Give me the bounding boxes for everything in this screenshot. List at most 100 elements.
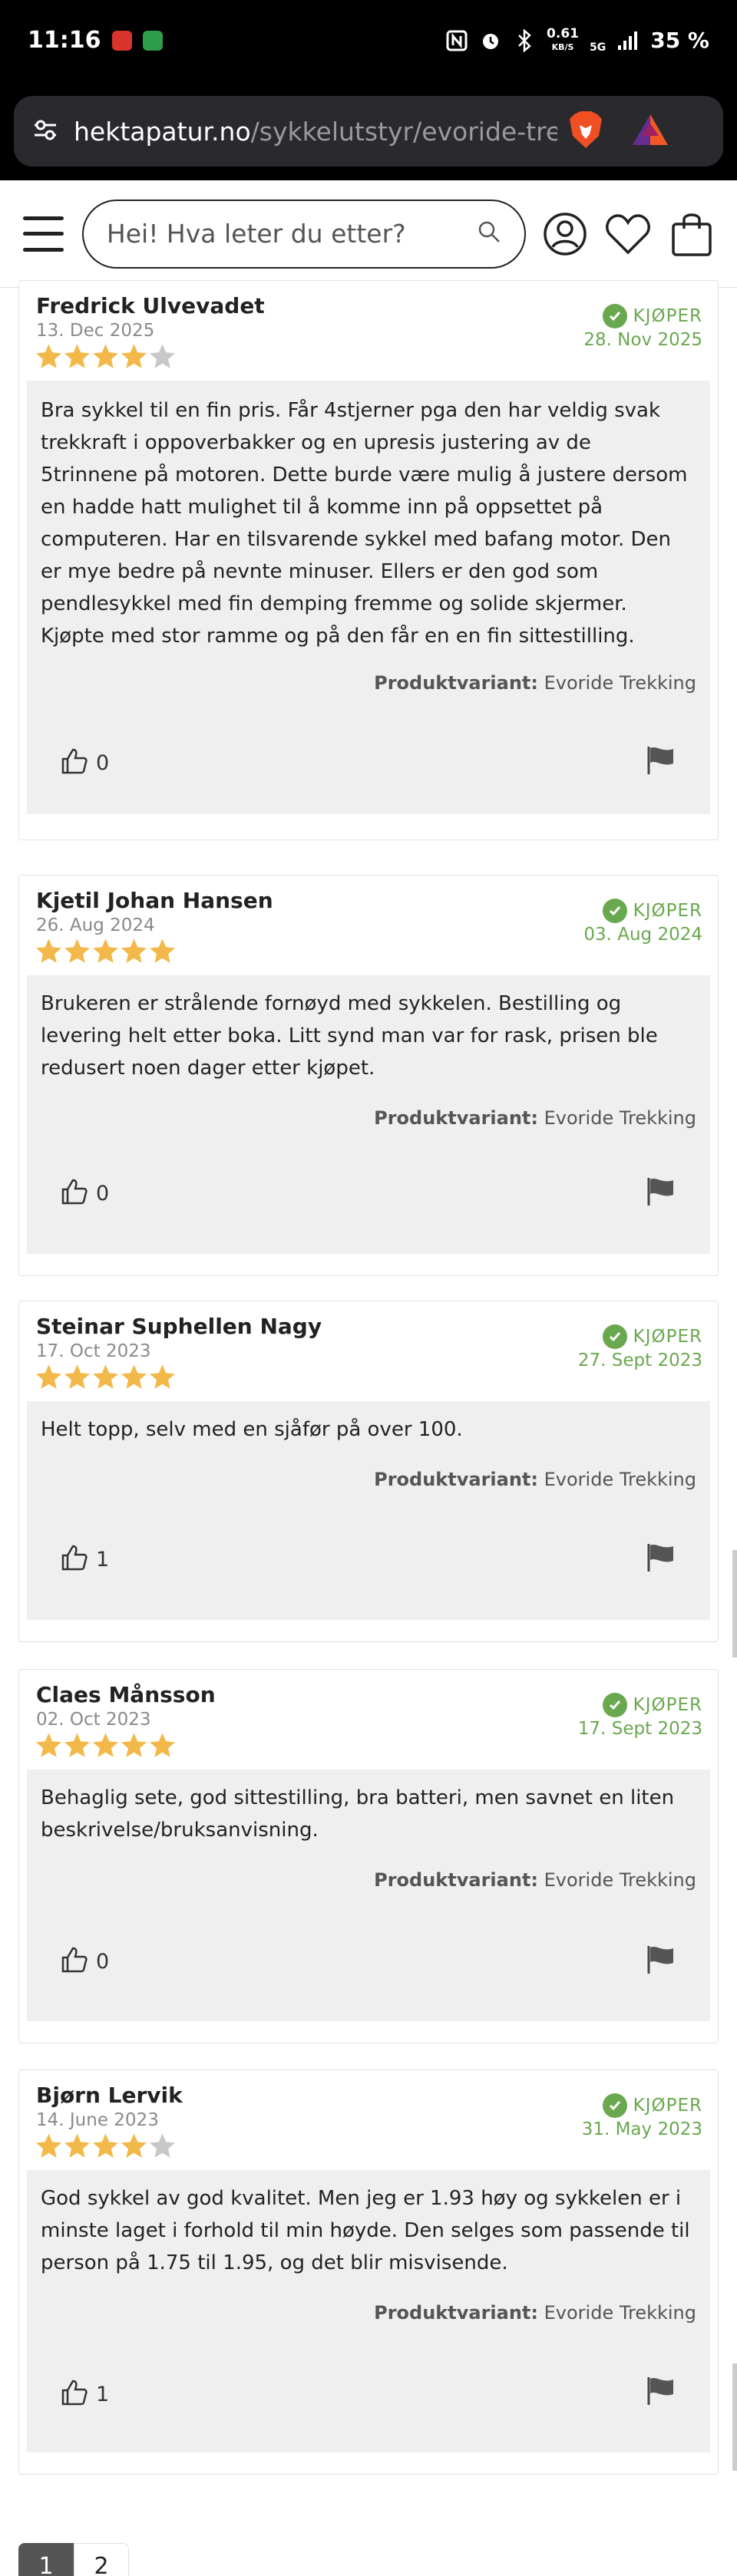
like-count: 1 xyxy=(96,2383,110,2406)
star-filled-icon xyxy=(121,938,147,963)
like-button[interactable]: 0 xyxy=(61,1178,109,1206)
verified-buyer-badge: KJØPER xyxy=(602,899,702,923)
review-text-line: levering helt etter boka. Litt synd man … xyxy=(41,1024,658,1047)
url-text[interactable]: hektapatur.no/sykkelutstyr/evoride-trekk… xyxy=(74,117,557,147)
report-flag-icon[interactable] xyxy=(646,1542,676,1573)
star-filled-icon xyxy=(36,1364,61,1389)
review-date: 13. Dec 2025 xyxy=(36,321,155,341)
product-variant: Produktvariant: Evoride Trekking xyxy=(374,1107,696,1129)
review-card: Kjetil Johan Hansen 26. Aug 2024 KJØPER … xyxy=(18,875,719,1276)
search-bar[interactable] xyxy=(81,199,526,269)
brave-shields-icon[interactable] xyxy=(568,110,603,153)
review-text: Behaglig sete, god sittestilling, bra ba… xyxy=(41,1782,693,1846)
like-button[interactable]: 0 xyxy=(61,747,109,775)
review-text-line: en hadde hatt mulighet til å komme inn p… xyxy=(41,496,603,519)
report-flag-icon[interactable] xyxy=(646,2376,676,2406)
cart-icon[interactable] xyxy=(669,210,714,258)
reviewer-name: Steinar Suphellen Nagy xyxy=(36,1314,322,1339)
star-rating xyxy=(35,2132,177,2160)
page-button-2[interactable]: 2 xyxy=(74,2543,129,2576)
page-button-1[interactable]: 1 xyxy=(18,2543,74,2576)
review-text-line: redusert noen dager etter kjøpet. xyxy=(41,1057,375,1080)
checkmark-icon xyxy=(602,1324,627,1349)
star-filled-icon xyxy=(64,1364,90,1389)
wishlist-heart-icon[interactable] xyxy=(604,210,652,258)
search-input[interactable] xyxy=(106,219,477,249)
report-flag-icon[interactable] xyxy=(646,1176,676,1207)
star-filled-icon xyxy=(150,938,175,963)
star-filled-icon xyxy=(93,344,118,368)
thumbs-up-icon xyxy=(61,2380,88,2406)
star-filled-icon xyxy=(36,2133,61,2158)
purchase-date: 28. Nov 2025 xyxy=(583,330,702,350)
star-filled-icon xyxy=(150,1364,175,1389)
notification-app-icon xyxy=(142,30,163,51)
notification-app-icon xyxy=(111,30,132,51)
scrollbar[interactable] xyxy=(732,1550,737,1657)
purchase-date: 27. Sept 2023 xyxy=(577,1351,702,1370)
review-text-line: Behaglig sete, god sittestilling, bra ba… xyxy=(41,1786,675,1809)
verified-buyer-badge: KJØPER xyxy=(602,2093,702,2118)
like-button[interactable]: 1 xyxy=(61,2379,109,2406)
review-text: Brukeren er strålende fornøyd med sykkel… xyxy=(41,988,693,1084)
checkmark-icon xyxy=(602,304,627,328)
bluetooth-icon xyxy=(513,28,536,52)
account-icon[interactable] xyxy=(543,210,588,258)
scrollbar[interactable] xyxy=(732,2363,737,2471)
review-text-line: er mye bedre på nevnte minuser. Ellers e… xyxy=(41,560,599,583)
purchase-date: 31. May 2023 xyxy=(581,2119,702,2139)
star-filled-icon xyxy=(121,2133,147,2158)
star-filled-icon xyxy=(64,938,90,963)
checkmark-icon xyxy=(602,2093,627,2118)
reviewer-name: Bjørn Lervik xyxy=(36,2083,183,2108)
star-filled-icon xyxy=(64,344,90,368)
review-text: God sykkel av god kvalitet. Men jeg er 1… xyxy=(41,2182,693,2279)
verified-buyer-badge: KJØPER xyxy=(602,1693,702,1717)
search-icon[interactable] xyxy=(477,219,501,248)
star-filled-icon xyxy=(121,1733,147,1757)
address-bar[interactable]: hektapatur.no/sykkelutstyr/evoride-trekk… xyxy=(14,96,723,167)
review-card: Claes Månsson 02. Oct 2023 KJØPER 17. Se… xyxy=(18,1669,719,2043)
review-date: 26. Aug 2024 xyxy=(36,915,155,935)
like-count: 1 xyxy=(96,1548,110,1572)
verified-buyer-badge: KJØPER xyxy=(602,304,702,328)
menu-icon[interactable] xyxy=(23,216,64,252)
purchase-date: 17. Sept 2023 xyxy=(577,1719,702,1739)
like-button[interactable]: 0 xyxy=(61,1946,109,1974)
brave-rewards-icon[interactable] xyxy=(631,113,669,150)
star-filled-icon xyxy=(93,1364,118,1389)
status-bar: 11:16 0.61 KB/S 5G 35 % xyxy=(0,0,737,81)
like-count: 0 xyxy=(96,1182,110,1206)
star-empty-icon xyxy=(150,2133,175,2158)
network-speed: 0.61 KB/S xyxy=(547,25,579,52)
review-text: Bra sykkel til en fin pris. Får 4stjerne… xyxy=(41,394,693,652)
product-variant: Produktvariant: Evoride Trekking xyxy=(374,672,696,694)
report-flag-icon[interactable] xyxy=(646,1944,676,1975)
product-variant: Produktvariant: Evoride Trekking xyxy=(374,1869,696,1891)
like-button[interactable]: 1 xyxy=(61,1544,109,1572)
checkmark-icon xyxy=(602,899,627,923)
review-body: Bra sykkel til en fin pris. Får 4stjerne… xyxy=(27,381,710,814)
product-variant: Produktvariant: Evoride Trekking xyxy=(374,2302,696,2324)
site-header xyxy=(0,180,737,288)
review-body: God sykkel av god kvalitet. Men jeg er 1… xyxy=(27,2170,710,2452)
star-filled-icon xyxy=(36,938,61,963)
thumbs-up-icon xyxy=(61,1947,88,1973)
star-filled-icon xyxy=(150,1733,175,1757)
like-count: 0 xyxy=(96,751,110,775)
review-body: Brukeren er strålende fornøyd med sykkel… xyxy=(27,975,710,1254)
reviewer-name: Fredrick Ulvevadet xyxy=(36,293,265,318)
review-date: 14. June 2023 xyxy=(36,2110,159,2130)
signal-icon xyxy=(616,29,640,52)
report-flag-icon[interactable] xyxy=(646,745,676,776)
review-text-line: trekkraft i oppoverbakker og en upresis … xyxy=(41,431,591,454)
network-type: 5G xyxy=(589,41,606,54)
reviewer-name: Claes Månsson xyxy=(36,1682,216,1707)
review-text-line: beskrivelse/bruksanvisning. xyxy=(41,1819,319,1842)
review-card: Fredrick Ulvevadet 13. Dec 2025 KJØPER 2… xyxy=(18,280,719,840)
verified-buyer-badge: KJØPER xyxy=(602,1324,702,1349)
star-rating xyxy=(35,342,177,371)
alarm-icon xyxy=(479,29,502,52)
site-settings-icon[interactable] xyxy=(32,117,58,147)
reviewer-name: Kjetil Johan Hansen xyxy=(36,888,273,913)
